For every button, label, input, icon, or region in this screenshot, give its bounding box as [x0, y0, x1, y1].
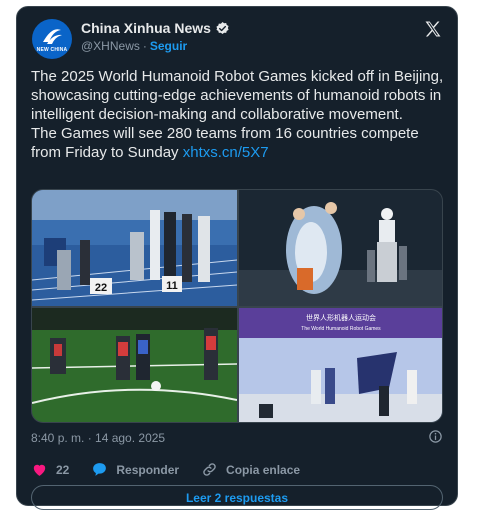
photo-robot-soccer-image [32, 308, 237, 422]
banner-text-cn: 世界人形机器人运动会 [306, 313, 376, 322]
media-grid: 22 11 世界人形机器人运动会 The World Humanoid Robo… [31, 189, 443, 423]
photo-robots-track-image: 22 11 [32, 190, 237, 306]
x-logo-icon[interactable] [423, 19, 443, 39]
reply-button[interactable]: Responder [91, 461, 179, 478]
copy-link-button[interactable]: Copia enlace [201, 461, 300, 478]
tweet-paragraph-2: The Games will see 280 teams from 16 cou… [31, 124, 447, 162]
tweet-card: NEW CHINA China Xinhua News @XHNews · Se… [16, 6, 458, 510]
like-button[interactable]: 22 [31, 461, 69, 478]
bib-number-11: 11 [166, 280, 178, 292]
follow-button[interactable]: Seguir [150, 39, 187, 53]
like-count: 22 [56, 462, 70, 477]
photo-robots-track[interactable]: 22 11 [32, 190, 237, 306]
read-replies-button[interactable]: Leer 2 respuestas [31, 485, 443, 510]
timestamp[interactable]: 8:40 p. m. · 14 ago. 2025 [31, 431, 165, 445]
action-bar: 22 Responder Copia enlace [31, 461, 322, 478]
reply-icon [93, 463, 107, 476]
verified-badge-icon [216, 21, 229, 34]
avatar[interactable]: NEW CHINA [32, 19, 72, 59]
link-icon [203, 463, 216, 476]
photo-robot-soccer[interactable] [32, 308, 237, 422]
author-name-row: China Xinhua News [81, 20, 230, 36]
separator-dot: · [142, 39, 147, 53]
xinhua-logo-icon [43, 28, 62, 44]
photo-flag-stage[interactable]: 世界人形机器人运动会 The World Humanoid Robot Game… [239, 308, 442, 422]
tweet-text: The 2025 World Humanoid Robot Games kick… [31, 67, 447, 162]
handle-row: @XHNews · Seguir [81, 39, 187, 53]
author-name[interactable]: China Xinhua News [81, 20, 211, 36]
heart-icon [33, 464, 46, 476]
photo-flag-stage-image: 世界人形机器人运动会 The World Humanoid Robot Game… [239, 308, 442, 422]
author-handle[interactable]: @XHNews [81, 39, 140, 53]
bib-number-22: 22 [95, 282, 107, 294]
copy-link-label: Copia enlace [226, 462, 301, 477]
photo-opening-ceremony[interactable] [239, 190, 442, 306]
tweet-paragraph-1: The 2025 World Humanoid Robot Games kick… [31, 68, 444, 123]
avatar-text: NEW CHINA [36, 46, 68, 53]
tweet-link[interactable]: xhtxs.cn/5X7 [183, 144, 269, 161]
banner-text-en: The World Humanoid Robot Games [301, 326, 381, 332]
info-icon[interactable] [428, 429, 443, 444]
reply-label: Responder [116, 462, 180, 477]
photo-opening-ceremony-image [239, 190, 442, 306]
